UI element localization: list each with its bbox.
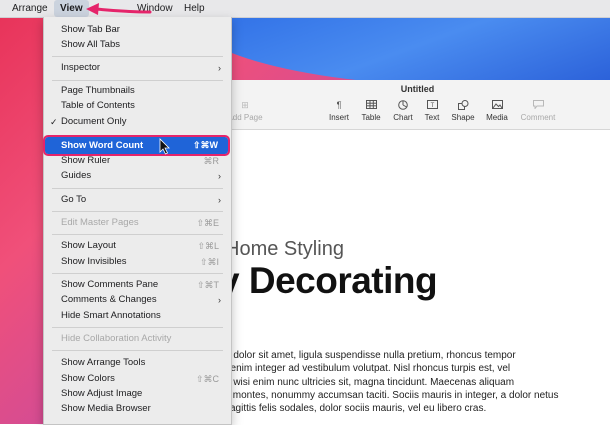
menu-separator bbox=[52, 56, 223, 57]
text-box-icon: T bbox=[422, 100, 442, 111]
menu-item-show-ruler[interactable]: Show Ruler ⌘R bbox=[44, 154, 231, 168]
menu-item-edit-master-pages: Edit Master Pages ⇧⌘E bbox=[61, 217, 219, 228]
insert-button[interactable]: ¶ Insert bbox=[327, 100, 351, 122]
menu-separator bbox=[52, 80, 223, 81]
menu-item-show-tab-bar[interactable]: Show Tab Bar bbox=[44, 23, 231, 37]
document-subtitle: Home Styling bbox=[225, 238, 344, 260]
comment-icon bbox=[519, 100, 557, 111]
paragraph-line: e wisi enim nunc ultricies sit, magna ti… bbox=[225, 376, 515, 388]
menu-item-table-of-contents[interactable]: Table of Contents bbox=[44, 99, 231, 113]
svg-text:T: T bbox=[430, 103, 434, 109]
menu-item-show-comments-pane[interactable]: Show Comments Pane ⇧⌘T bbox=[44, 278, 231, 292]
menu-separator bbox=[52, 273, 223, 274]
menu-separator bbox=[52, 188, 223, 189]
menu-item-show-layout[interactable]: Show Layout ⇧⌘L bbox=[44, 239, 231, 253]
media-icon bbox=[484, 100, 510, 111]
view-menu-dropdown: Show Tab Bar Show All Tabs Inspector › P… bbox=[43, 17, 232, 425]
chart-button[interactable]: Chart bbox=[391, 100, 415, 122]
menu-window[interactable]: Window bbox=[131, 0, 179, 17]
paragraph-line: n dolor sit amet, ligula suspendisse nul… bbox=[225, 350, 516, 361]
menu-item-show-colors[interactable]: Show Colors ⇧⌘C bbox=[44, 372, 231, 386]
paragraph-line: s montes, nonummy accumsan taciti. Socii… bbox=[225, 389, 559, 401]
menu-item-guides[interactable]: Guides › bbox=[44, 169, 231, 183]
menu-item-show-word-count[interactable]: Show Word Count ⇧⌘W bbox=[43, 135, 230, 156]
shortcut-label: ⇧⌘L bbox=[197, 241, 219, 251]
shortcut-label: ⇧⌘I bbox=[199, 257, 219, 267]
document-canvas[interactable]: Home Styling y Decorating n dolor sit am… bbox=[219, 130, 610, 424]
menu-item-inspector[interactable]: Inspector › bbox=[44, 61, 231, 75]
paragraph-line: , enim integer ad vestibulum volutpat. N… bbox=[225, 363, 511, 375]
menu-item-page-thumbnails[interactable]: Page Thumbnails bbox=[44, 84, 231, 98]
chart-icon bbox=[391, 100, 415, 111]
toolbar: Untitled ⊞ Add Page ¶ Insert Table Chart… bbox=[225, 80, 610, 130]
menu-item-show-adjust-image[interactable]: Show Adjust Image bbox=[44, 387, 231, 401]
shortcut-label: ⌘R bbox=[203, 156, 220, 166]
shape-icon bbox=[450, 100, 476, 111]
chevron-right-icon: › bbox=[218, 171, 221, 181]
chevron-right-icon: › bbox=[218, 195, 221, 205]
menu-arrange[interactable]: Arrange bbox=[6, 0, 54, 17]
menu-separator bbox=[52, 234, 223, 235]
menu-item-show-arrange-tools[interactable]: Show Arrange Tools bbox=[44, 356, 231, 370]
shape-button[interactable]: Shape bbox=[450, 100, 476, 122]
pilcrow-icon: ¶ bbox=[336, 100, 342, 110]
shortcut-label: ⇧⌘C bbox=[195, 374, 219, 384]
comment-button[interactable]: Comment bbox=[519, 100, 557, 122]
chevron-right-icon: › bbox=[218, 295, 221, 305]
menu-item-show-media-browser[interactable]: Show Media Browser bbox=[44, 402, 231, 416]
document-paragraph: n dolor sit amet, ligula suspendisse nul… bbox=[225, 349, 610, 415]
menu-view[interactable]: View bbox=[54, 0, 89, 17]
menu-separator bbox=[52, 327, 223, 328]
menu-item-go-to[interactable]: Go To › bbox=[44, 193, 231, 207]
menu-item-show-all-tabs[interactable]: Show All Tabs bbox=[44, 38, 231, 52]
menu-item-comments-changes[interactable]: Comments & Changes › bbox=[44, 293, 231, 307]
shortcut-label: ⇧⌘W bbox=[192, 140, 218, 150]
media-button[interactable]: Media bbox=[484, 100, 510, 122]
table-button[interactable]: Table bbox=[359, 100, 383, 122]
menu-help[interactable]: Help bbox=[178, 0, 211, 17]
menu-bar: Arrange View Window Help bbox=[0, 0, 610, 18]
paragraph-line: sagittis felis sodales, dolor sociis mau… bbox=[225, 403, 487, 415]
menu-item-document-only[interactable]: ✓ Document Only bbox=[44, 115, 231, 129]
table-icon bbox=[359, 100, 383, 111]
text-button[interactable]: T Text bbox=[422, 100, 442, 122]
document-heading: y Decorating bbox=[219, 260, 438, 301]
menu-separator bbox=[52, 211, 223, 212]
shortcut-label: ⇧⌘E bbox=[196, 218, 219, 228]
menu-item-hide-collaboration-activity: Hide Collaboration Activity bbox=[61, 333, 172, 344]
shortcut-label: ⇧⌘T bbox=[196, 280, 219, 290]
menu-separator bbox=[52, 350, 223, 351]
menu-item-show-invisibles[interactable]: Show Invisibles ⇧⌘I bbox=[44, 255, 231, 269]
window-title: Untitled bbox=[400, 84, 435, 94]
checkmark-icon: ✓ bbox=[50, 117, 58, 127]
wallpaper-wave bbox=[190, 17, 610, 87]
chevron-right-icon: › bbox=[218, 63, 221, 73]
menu-item-hide-smart-annotations[interactable]: Hide Smart Annotations bbox=[44, 309, 231, 323]
document-window: Untitled ⊞ Add Page ¶ Insert Table Chart… bbox=[219, 80, 610, 424]
